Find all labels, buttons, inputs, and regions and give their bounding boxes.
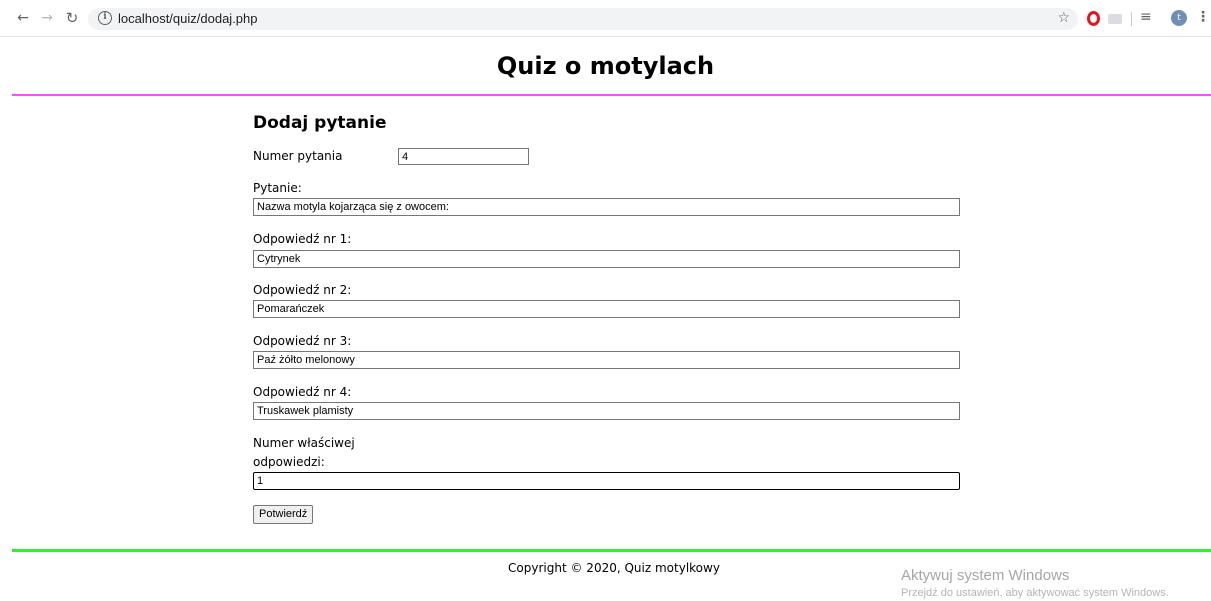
answer-3-input[interactable] bbox=[253, 351, 960, 369]
answer-3-label: Odpowiedź nr 3: bbox=[253, 334, 352, 348]
back-arrow-icon[interactable]: ← bbox=[14, 9, 32, 27]
question-number-label: Numer pytania bbox=[253, 149, 343, 163]
answer-1-input[interactable] bbox=[253, 250, 960, 268]
windows-activation-title: Aktywuj system Windows bbox=[901, 567, 1070, 584]
question-number-input[interactable] bbox=[398, 148, 529, 165]
url-text[interactable]: localhost/quiz/dodaj.php bbox=[118, 11, 258, 26]
info-icon[interactable]: i bbox=[98, 11, 112, 25]
question-label: Pytanie: bbox=[253, 181, 302, 195]
toolbar-divider bbox=[1131, 12, 1132, 26]
question-input[interactable] bbox=[253, 198, 960, 216]
page-title: Quiz o motylach bbox=[496, 52, 715, 80]
browser-toolbar: ← → ↻ i localhost/quiz/dodaj.php ☆ ≡ t ⋮ bbox=[0, 0, 1211, 37]
answer-2-input[interactable] bbox=[253, 300, 960, 318]
media-playlist-icon[interactable]: ≡ bbox=[1140, 9, 1152, 25]
footer-divider bbox=[12, 549, 1211, 552]
forward-arrow-icon[interactable]: → bbox=[38, 9, 56, 27]
answer-2-label: Odpowiedź nr 2: bbox=[253, 283, 352, 297]
correct-answer-label-line2: odpowiedzi: bbox=[253, 455, 325, 469]
more-menu-icon[interactable]: ⋮ bbox=[1196, 9, 1210, 25]
correct-answer-input[interactable] bbox=[253, 472, 960, 490]
reload-icon[interactable]: ↻ bbox=[63, 9, 81, 27]
opera-extension-icon[interactable] bbox=[1087, 11, 1100, 26]
profile-avatar[interactable]: t bbox=[1171, 10, 1187, 26]
extension-icon[interactable] bbox=[1108, 14, 1122, 24]
submit-button[interactable]: Potwierdź bbox=[253, 505, 314, 524]
bookmark-star-icon[interactable]: ☆ bbox=[1057, 10, 1070, 26]
form-heading: Dodaj pytanie bbox=[253, 113, 387, 133]
answer-1-label: Odpowiedź nr 1: bbox=[253, 232, 352, 246]
header-divider bbox=[12, 94, 1211, 96]
answer-4-label: Odpowiedź nr 4: bbox=[253, 385, 352, 399]
address-bar[interactable]: i localhost/quiz/dodaj.php ☆ bbox=[88, 8, 1078, 30]
windows-activation-subtitle: Przejdź do ustawień, aby aktywować syste… bbox=[901, 587, 1169, 599]
answer-4-input[interactable] bbox=[253, 402, 960, 420]
correct-answer-label-line1: Numer właściwej bbox=[253, 436, 355, 450]
